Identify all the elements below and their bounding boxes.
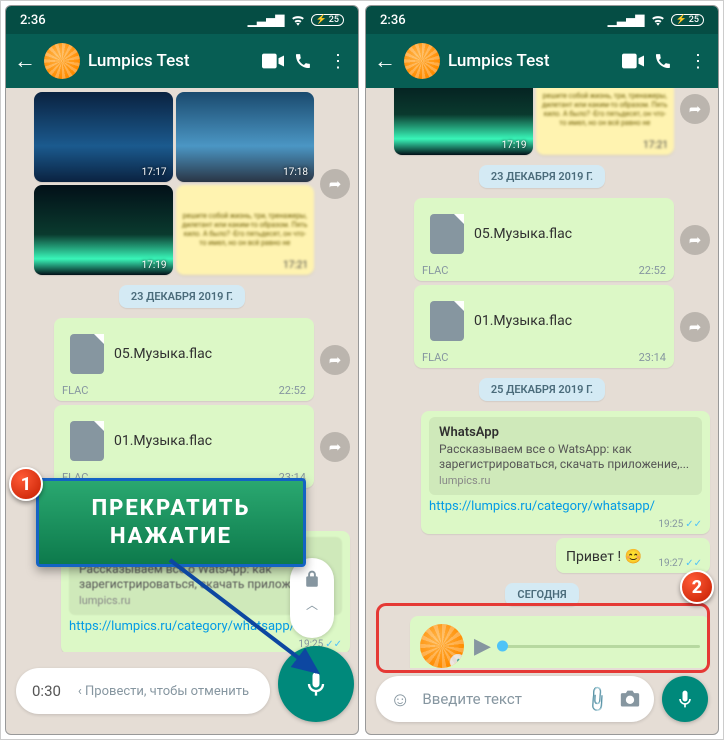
wifi-icon [651, 15, 665, 26]
grid-image[interactable]: 17:19 [394, 88, 533, 155]
phone-left: 2:36 ▁▃▅▇ ⚡25 ← Lumpics Test ⋮ 17:17 17:… [5, 5, 359, 735]
forward-icon[interactable]: ➦ [320, 432, 350, 462]
image-grid-row: 17:17 17:18 17:19 решите собой жизнь, тр… [14, 92, 350, 275]
phone-right: 2:36 ▁▃▅▇ ⚡25 ← Lumpics Test ⋮ 17:19 реш… [365, 5, 719, 735]
file-row: 01.Музыка.flac FLAC23:14 ➦ [14, 405, 350, 488]
file-name: 05.Музыка.flac [114, 346, 212, 362]
link-preview: WhatsApp Рассказываем все о WatsApp: как… [429, 417, 702, 495]
wifi-icon [291, 15, 305, 26]
forward-icon[interactable]: ➦ [320, 345, 350, 375]
grid-image[interactable]: решите собой жизнь, три, тренажеры, диле… [176, 185, 315, 275]
annotation-badge-2: 2 [680, 570, 714, 604]
battery-icon: ⚡25 [311, 14, 344, 26]
file-icon [430, 214, 464, 254]
link-url[interactable]: https://lumpics.ru/category/whatsapp/ [429, 499, 702, 514]
back-icon[interactable]: ← [14, 48, 36, 74]
annotation-highlight [376, 603, 710, 673]
forward-icon[interactable]: ➦ [680, 94, 710, 124]
file-row: 05.Музыка.flac FLAC22:52 ➦ [374, 198, 710, 281]
video-call-icon[interactable] [622, 53, 646, 69]
chat-title[interactable]: Lumpics Test [448, 51, 614, 71]
compose-placeholder: Введите текст [422, 690, 573, 708]
file-message[interactable]: 05.Музыка.flac FLAC22:52 [414, 198, 674, 281]
file-message[interactable]: 05.Музыка.flac FLAC22:52 [54, 318, 314, 401]
menu-icon[interactable]: ⋮ [686, 51, 710, 72]
text-message[interactable]: Привет ! 😊 19:27✓✓ [556, 538, 710, 573]
annotation-arrow [162, 552, 342, 702]
grid-image[interactable]: 17:18 [176, 92, 315, 182]
file-message[interactable]: 01.Музыка.flac FLAC23:14 [414, 285, 674, 368]
date-separator: 25 ДЕКАБРЯ 2019 Г. [479, 378, 605, 401]
recording-time: 0:30 [32, 682, 61, 700]
grid-image[interactable]: 17:19 [34, 185, 173, 275]
grid-image[interactable]: решите собой жизнь, три, тренажеры, диле… [536, 88, 675, 155]
image-grid[interactable]: 17:19 решите собой жизнь, три, тренажеры… [394, 88, 674, 155]
mic-button[interactable] [662, 676, 708, 722]
forward-icon[interactable]: ➦ [680, 225, 710, 255]
status-bar: 2:36 ▁▃▅▇ ⚡25 [6, 6, 358, 34]
voice-call-icon[interactable] [654, 52, 678, 70]
date-separator: 23 ДЕКАБРЯ 2019 Г. [479, 165, 605, 188]
chat-header: ← Lumpics Test ⋮ [366, 34, 718, 88]
camera-icon[interactable] [620, 690, 640, 708]
file-icon [430, 301, 464, 341]
grid-image[interactable]: 17:17 [34, 92, 173, 182]
file-row: 01.Музыка.flac FLAC23:14 ➦ [374, 285, 710, 368]
status-time: 2:36 [20, 13, 248, 28]
forward-icon[interactable]: ➦ [680, 312, 710, 342]
signal-icon: ▁▃▅▇ [608, 13, 645, 27]
back-icon[interactable]: ← [374, 48, 396, 74]
date-separator: 23 ДЕКАБРЯ 2019 Г. [119, 285, 245, 308]
chat-body[interactable]: 17:19 решите собой жизнь, три, тренажеры… [366, 88, 718, 668]
file-message[interactable]: 01.Музыка.flac FLAC23:14 [54, 405, 314, 488]
link-message[interactable]: WhatsApp Рассказываем все о WatsApp: как… [421, 411, 710, 534]
attach-icon[interactable]: 📎 [581, 684, 612, 715]
compose-input[interactable]: ☺ Введите текст 📎 [376, 676, 654, 722]
voice-call-icon[interactable] [294, 52, 318, 70]
image-grid[interactable]: 17:17 17:18 17:19 решите собой жизнь, тр… [34, 92, 314, 275]
annotation-badge-1: 1 [9, 467, 43, 501]
compose-bar: ☺ Введите текст 📎 [366, 668, 718, 734]
chat-avatar[interactable] [404, 43, 440, 79]
status-icons: ▁▃▅▇ ⚡25 [248, 13, 344, 27]
chat-header: ← Lumpics Test ⋮ [6, 34, 358, 88]
image-grid-row: 17:19 решите собой жизнь, три, тренажеры… [374, 88, 710, 155]
status-bar: 2:36 ▁▃▅▇ ⚡25 [366, 6, 718, 34]
chat-title[interactable]: Lumpics Test [88, 51, 254, 71]
forward-icon[interactable]: ➦ [320, 169, 350, 199]
video-call-icon[interactable] [262, 53, 286, 69]
menu-icon[interactable]: ⋮ [326, 51, 350, 72]
chat-avatar[interactable] [44, 43, 80, 79]
signal-icon: ▁▃▅▇ [248, 13, 285, 27]
status-time: 2:36 [380, 13, 608, 28]
battery-icon: ⚡25 [671, 14, 704, 26]
file-name: 01.Музыка.flac [114, 433, 212, 449]
file-row: 05.Музыка.flac FLAC22:52 ➦ [14, 318, 350, 401]
file-icon [70, 421, 104, 461]
emoji-icon[interactable]: ☺ [390, 687, 410, 712]
file-icon [70, 334, 104, 374]
status-icons: ▁▃▅▇ ⚡25 [608, 13, 704, 27]
